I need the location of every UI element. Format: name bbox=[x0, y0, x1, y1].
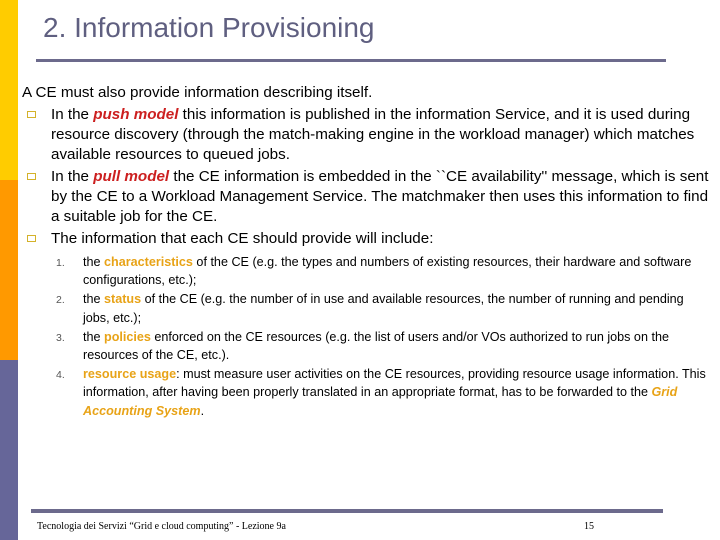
list-text: the bbox=[83, 329, 105, 344]
list-text: . bbox=[200, 403, 205, 418]
bullet-text: In the bbox=[51, 106, 94, 123]
page-number: 15 bbox=[584, 521, 594, 532]
list-item-status: 2. the status of the CE (e.g. the number… bbox=[56, 290, 712, 326]
highlight-policies: policies bbox=[104, 329, 151, 344]
numbered-list: 1. the characteristics of the CE (e.g. t… bbox=[22, 253, 712, 420]
square-bullet-icon bbox=[27, 235, 36, 242]
list-item-resource-usage: 4. resource usage: must measure user act… bbox=[56, 365, 712, 420]
list-text: the bbox=[83, 292, 105, 307]
list-number: 3. bbox=[56, 331, 65, 344]
bullet-information-list: The information that each CE should prov… bbox=[22, 229, 712, 249]
intro-text: A CE must also provide information descr… bbox=[22, 84, 373, 101]
list-item-characteristics: 1. the characteristics of the CE (e.g. t… bbox=[56, 253, 712, 289]
bullet-pull-model: In the pull model the CE information is … bbox=[22, 167, 712, 227]
list-text: : must measure user activities on the CE… bbox=[83, 367, 706, 400]
emphasis-pull-model: pull model bbox=[93, 168, 170, 185]
list-text: the bbox=[83, 255, 105, 269]
slide-title: 2. Information Provisioning bbox=[43, 12, 375, 43]
square-bullet-icon bbox=[27, 111, 36, 118]
list-number: 2. bbox=[56, 294, 65, 307]
sidebar-segment-yellow bbox=[0, 0, 18, 180]
bullet-text: In the bbox=[51, 168, 94, 185]
sidebar-segment-purple bbox=[0, 360, 18, 540]
footer-divider bbox=[31, 509, 663, 513]
highlight-status: status bbox=[104, 292, 142, 307]
highlight-resource-usage: resource usage bbox=[83, 367, 177, 382]
list-item-policies: 3. the policies enforced on the CE resou… bbox=[56, 328, 712, 364]
slide-body: A CE must also provide information descr… bbox=[22, 83, 712, 421]
sidebar-segment-orange bbox=[0, 180, 18, 360]
highlight-characteristics: characteristics bbox=[104, 255, 193, 269]
sidebar-decoration bbox=[0, 0, 18, 540]
emphasis-push-model: push model bbox=[93, 106, 179, 123]
bullet-push-model: In the push model this information is pu… bbox=[22, 105, 712, 165]
title-divider bbox=[36, 59, 666, 62]
footer-course-title: Tecnologia dei Servizi “Grid e cloud com… bbox=[37, 521, 286, 532]
list-text: of the CE (e.g. the number of in use and… bbox=[83, 292, 684, 325]
square-bullet-icon bbox=[27, 173, 36, 180]
list-number: 1. bbox=[56, 257, 65, 269]
bullet-text: The information that each CE should prov… bbox=[51, 230, 434, 247]
list-number: 4. bbox=[56, 369, 65, 382]
list-text: enforced on the CE resources (e.g. the l… bbox=[83, 329, 669, 363]
